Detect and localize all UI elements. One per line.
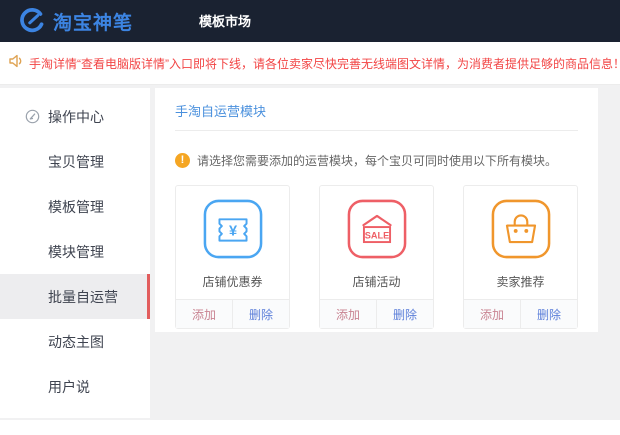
shenbi-logo-icon (20, 8, 53, 34)
svg-text:SALE: SALE (364, 230, 389, 240)
content-body: 操作中心 宝贝管理 模板管理 模块管理 批量自运营 动态主图 用户说 (0, 85, 620, 420)
sidebar-item-template-management[interactable]: 模板管理 (0, 184, 150, 229)
sidebar-item-label: 用户说 (48, 377, 90, 397)
sidebar-item-label: 模板管理 (48, 197, 104, 217)
coupon-icon: ¥ (203, 199, 263, 264)
active-item-indicator (147, 274, 150, 319)
sidebar-item-label: 操作中心 (48, 107, 104, 127)
operation-center-icon (25, 109, 40, 127)
megaphone-icon (8, 53, 29, 74)
alert-icon: ! (175, 153, 190, 168)
card-footer: 添加 删除 (176, 299, 289, 328)
add-button[interactable]: 添加 (464, 300, 520, 328)
sidebar-item-label: 宝贝管理 (48, 152, 104, 172)
shopping-bag-icon (491, 199, 551, 264)
card-footer: 添加 删除 (464, 299, 577, 328)
sidebar-item-label: 模块管理 (48, 242, 104, 262)
module-name: 店铺活动 (352, 273, 400, 290)
sidebar: 操作中心 宝贝管理 模板管理 模块管理 批量自运营 动态主图 用户说 (0, 88, 150, 418)
taobao-shenbi-logo: 淘宝神笔 (20, 8, 133, 35)
sidebar-item-user-says[interactable]: 用户说 (0, 364, 150, 409)
tip-text: 请选择您需要添加的运营模块，每个宝贝可同时使用以下所有模块。 (197, 152, 557, 169)
module-name: 卖家推荐 (496, 273, 544, 290)
sidebar-item-item-management[interactable]: 宝贝管理 (0, 139, 150, 184)
main-panel: 手淘自运营模块 ! 请选择您需要添加的运营模块，每个宝贝可同时使用以下所有模块。… (155, 88, 598, 332)
sale-icon: SALE (347, 199, 407, 264)
sidebar-item-label: 动态主图 (48, 332, 104, 352)
nav-item-template-market[interactable]: 模板市场 (199, 14, 251, 29)
sidebar-item-label: 批量自运营 (48, 287, 118, 307)
svg-text:¥: ¥ (228, 223, 236, 239)
module-card-coupon: ¥ 店铺优惠券 添加 删除 (175, 185, 290, 329)
tip-row: ! 请选择您需要添加的运营模块，每个宝贝可同时使用以下所有模块。 (175, 152, 578, 169)
announcement-bar: 手淘详情“查看电脑版详情”入口即将下线，请各位卖家尽快完善无线端图文详情，为消费… (0, 42, 620, 85)
add-button[interactable]: 添加 (176, 300, 232, 328)
sidebar-item-module-management[interactable]: 模块管理 (0, 229, 150, 274)
sidebar-item-batch-self-operation[interactable]: 批量自运营 (0, 274, 150, 319)
top-header: 淘宝神笔 模板市场 (0, 0, 620, 42)
card-footer: 添加 删除 (320, 299, 433, 328)
module-card-seller-recommend: 卖家推荐 添加 删除 (463, 185, 578, 329)
sidebar-item-dynamic-main-image[interactable]: 动态主图 (0, 319, 150, 364)
delete-button[interactable]: 删除 (232, 300, 289, 328)
header-nav: 模板市场 (199, 11, 251, 31)
page-title: 手淘自运营模块 (175, 101, 578, 131)
module-card-activity: SALE 店铺活动 添加 删除 (319, 185, 434, 329)
module-name: 店铺优惠券 (202, 273, 262, 290)
sidebar-item-operation-center[interactable]: 操作中心 (0, 94, 150, 139)
module-cards: ¥ 店铺优惠券 添加 删除 (175, 185, 578, 329)
add-button[interactable]: 添加 (320, 300, 376, 328)
logo-text: 淘宝神笔 (53, 8, 133, 35)
announcement-text: 手淘详情“查看电脑版详情”入口即将下线，请各位卖家尽快完善无线端图文详情，为消费… (29, 55, 620, 72)
delete-button[interactable]: 删除 (520, 300, 577, 328)
delete-button[interactable]: 删除 (376, 300, 433, 328)
app-window: 淘宝神笔 模板市场 手淘详情“查看电脑版详情”入口即将下线，请各位卖家尽快完善无… (0, 0, 620, 435)
